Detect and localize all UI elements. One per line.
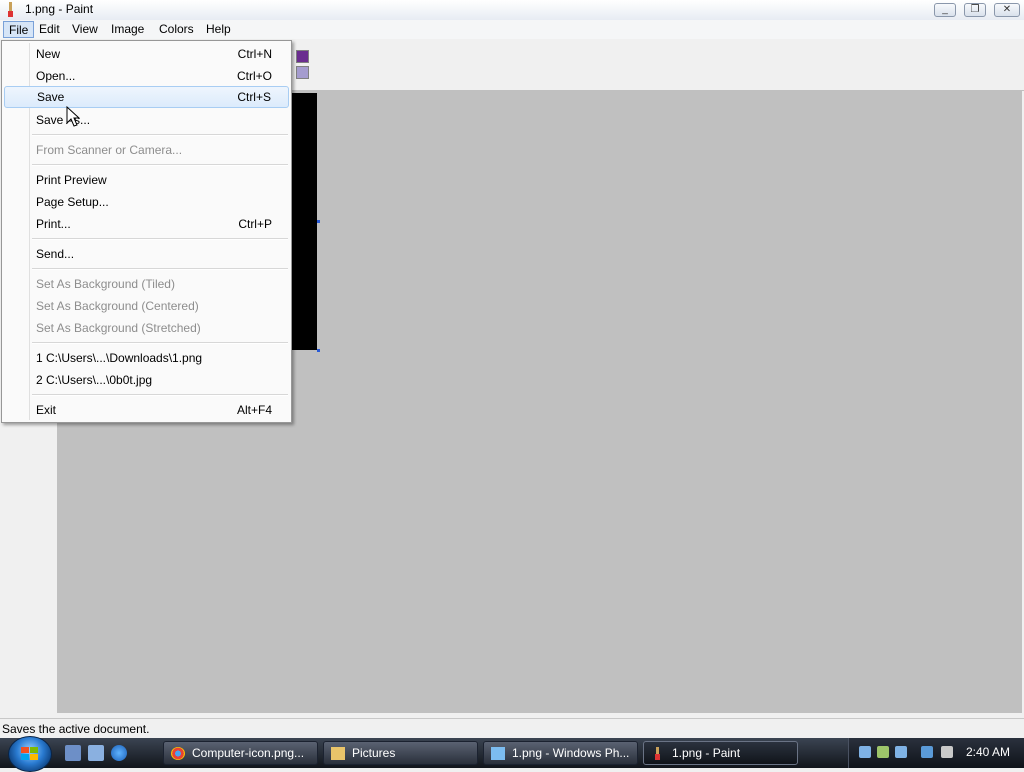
taskbar-button-label: 1.png - Windows Ph... — [512, 746, 630, 760]
menu-item-label: Set As Background (Stretched) — [36, 321, 201, 335]
menu-item-new[interactable]: New Ctrl+N — [4, 43, 289, 65]
clock[interactable]: 2:40 AM — [966, 745, 1010, 759]
menu-bar: File Edit View Image Colors Help — [0, 20, 1024, 39]
menu-item-label: Send... — [36, 247, 75, 261]
menu-edit[interactable]: Edit — [34, 21, 65, 38]
menu-separator — [32, 134, 288, 136]
image-canvas[interactable] — [292, 93, 317, 350]
taskbar-button-chrome[interactable]: Computer-icon.png... — [163, 741, 318, 765]
chrome-icon — [171, 747, 185, 760]
tray-app-icon[interactable] — [895, 746, 907, 758]
menu-item-save[interactable]: Save Ctrl+S — [4, 86, 289, 108]
menu-item-shortcut: Alt+F4 — [236, 403, 272, 417]
title-bar: 1.png - Paint _ ❐ ✕ — [0, 0, 1024, 21]
status-bar: Saves the active document. — [0, 718, 1024, 739]
menu-item-label: Exit — [36, 403, 57, 417]
menu-item-label: Open... — [36, 69, 76, 83]
menu-item-label: Print... — [36, 217, 71, 231]
menu-item-shortcut: Ctrl+S — [237, 90, 271, 104]
menu-item-label: 2 C:\Users\...\0b0t.jpg — [36, 373, 153, 387]
menu-item-label: New — [36, 47, 61, 61]
system-tray: 2:40 AM — [848, 738, 1024, 768]
resize-handle-right[interactable] — [317, 220, 320, 223]
menu-separator — [32, 394, 288, 396]
start-button[interactable] — [8, 736, 52, 772]
menu-item-label: Print Preview — [36, 173, 107, 187]
file-menu-dropdown: New Ctrl+N Open... Ctrl+O Save Ctrl+S Sa… — [1, 40, 292, 423]
resize-handle-corner[interactable] — [317, 349, 320, 352]
menu-item-label: Save As... — [36, 113, 91, 127]
menu-item-send[interactable]: Send... — [4, 243, 289, 265]
menu-item-recent-2[interactable]: 2 C:\Users\...\0b0t.jpg — [4, 369, 289, 391]
menu-separator — [32, 268, 288, 270]
maximize-icon: ❐ — [970, 4, 980, 15]
taskbar: Computer-icon.png... Pictures 1.png - Wi… — [0, 736, 1024, 772]
windows-logo-icon — [21, 747, 38, 760]
taskbar-button-paint[interactable]: 1.png - Paint — [643, 741, 798, 765]
menu-separator — [32, 164, 288, 166]
minimize-icon: _ — [942, 4, 948, 15]
menu-file[interactable]: File — [3, 21, 35, 38]
color-swatch-lavender[interactable] — [296, 66, 309, 79]
taskbar-button-photo-viewer[interactable]: 1.png - Windows Ph... — [483, 741, 638, 765]
menu-view[interactable]: View — [67, 21, 103, 38]
maximize-button[interactable]: ❐ — [964, 3, 986, 17]
close-button[interactable]: ✕ — [994, 3, 1020, 17]
menu-item-shortcut: Ctrl+P — [238, 217, 272, 231]
volume-muted-icon[interactable] — [941, 746, 953, 758]
menu-separator — [32, 342, 288, 344]
paint-app-icon — [8, 2, 13, 17]
tray-app-icon[interactable] — [859, 746, 871, 758]
menu-item-save-as[interactable]: Save As... — [4, 109, 289, 131]
close-icon: ✕ — [1002, 4, 1012, 15]
taskbar-button-label: Pictures — [352, 746, 396, 760]
menu-item-label: Set As Background (Tiled) — [36, 277, 175, 291]
menu-item-shortcut: Ctrl+O — [236, 69, 272, 83]
network-icon[interactable] — [921, 746, 933, 758]
mouse-cursor-icon — [66, 106, 80, 127]
menu-separator — [32, 238, 288, 240]
menu-image[interactable]: Image — [106, 21, 149, 38]
menu-item-from-scanner: From Scanner or Camera... — [4, 139, 289, 161]
menu-item-page-setup[interactable]: Page Setup... — [4, 191, 289, 213]
menu-help[interactable]: Help — [201, 21, 236, 38]
menu-item-label: Page Setup... — [36, 195, 109, 209]
menu-item-label: Save — [37, 90, 65, 104]
taskbar-button-label: Computer-icon.png... — [192, 746, 305, 760]
status-text: Saves the active document. — [2, 722, 150, 736]
color-swatch-purple[interactable] — [296, 50, 309, 63]
show-desktop-icon[interactable] — [65, 745, 81, 761]
menu-item-label: Set As Background (Centered) — [36, 299, 199, 313]
menu-item-recent-1[interactable]: 1 C:\Users\...\Downloads\1.png — [4, 347, 289, 369]
menu-item-bg-centered: Set As Background (Centered) — [4, 295, 289, 317]
internet-explorer-icon[interactable] — [111, 745, 127, 761]
paint-app-icon — [655, 747, 660, 760]
menu-item-label: From Scanner or Camera... — [36, 143, 183, 157]
menu-item-shortcut: Ctrl+N — [237, 47, 272, 61]
menu-item-bg-stretched: Set As Background (Stretched) — [4, 317, 289, 339]
folder-icon — [331, 747, 345, 760]
taskbar-button-pictures[interactable]: Pictures — [323, 741, 478, 765]
menu-item-print[interactable]: Print... Ctrl+P — [4, 213, 289, 235]
photo-viewer-icon — [491, 747, 505, 760]
menu-item-print-preview[interactable]: Print Preview — [4, 169, 289, 191]
menu-item-open[interactable]: Open... Ctrl+O — [4, 65, 289, 87]
menu-item-label: 1 C:\Users\...\Downloads\1.png — [36, 351, 203, 365]
tray-app-icon[interactable] — [877, 746, 889, 758]
window-title: 1.png - Paint — [25, 2, 94, 16]
minimize-button[interactable]: _ — [934, 3, 956, 17]
menu-colors[interactable]: Colors — [154, 21, 199, 38]
menu-item-exit[interactable]: Exit Alt+F4 — [4, 399, 289, 421]
switch-windows-icon[interactable] — [88, 745, 104, 761]
menu-item-bg-tiled: Set As Background (Tiled) — [4, 273, 289, 295]
taskbar-button-label: 1.png - Paint — [672, 746, 741, 760]
